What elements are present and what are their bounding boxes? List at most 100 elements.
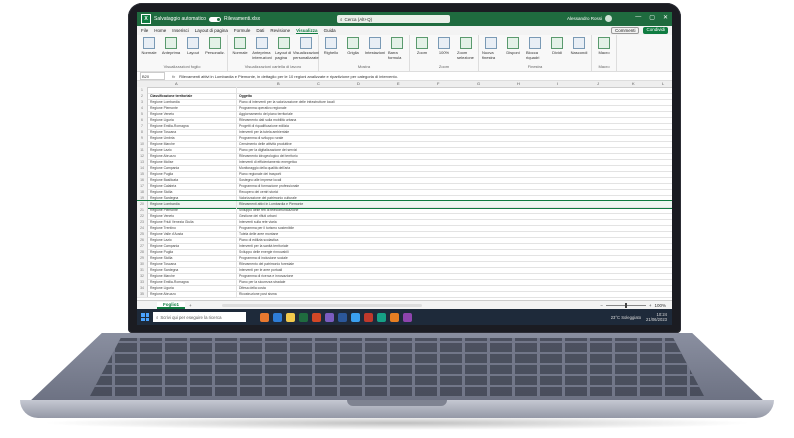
tab-dati[interactable]: Dati [256, 28, 264, 33]
ribbon-button[interactable]: Normale [231, 37, 249, 60]
cell-column-b[interactable]: Rilevamento del patrimonio forestale [237, 262, 672, 266]
ribbon-button[interactable]: Intestazioni [365, 37, 385, 60]
column-header[interactable]: B [277, 81, 280, 86]
cell-column-b[interactable]: Programma di formazione professionale [237, 184, 672, 188]
comments-button[interactable]: Commenti [610, 27, 640, 34]
cell-column-b[interactable]: Piano regionale dei trasporti [237, 172, 672, 176]
cell-column-b[interactable]: Piano di interventi per la valorizzazion… [237, 100, 672, 104]
cell-column-b[interactable]: Programma operativo regionale [237, 106, 672, 110]
taskbar-app-icon[interactable] [260, 312, 269, 322]
zoom-slider[interactable] [605, 303, 646, 308]
cell-column-a[interactable]: Regione Abruzzo [148, 291, 237, 297]
cell-column-b[interactable]: Aggiornamento del piano territoriale [237, 112, 672, 116]
cell-column-b[interactable]: Monitoraggio della qualità dell'aria [237, 166, 672, 170]
cell-column-b[interactable]: Rilevamento dati sulla mobilità urbana [237, 118, 672, 122]
ribbon-button[interactable]: Righello [322, 37, 340, 60]
taskbar-app-icon[interactable] [377, 312, 386, 322]
cell-column-b[interactable]: Sviluppo delle reti di telecomunicazione [237, 208, 672, 212]
cell-column-b[interactable]: Difesa della costa [237, 286, 672, 290]
row-number[interactable]: 35 [137, 291, 148, 297]
zoom-out-icon[interactable]: − [600, 303, 603, 308]
zoom-level[interactable]: 100% [654, 303, 666, 308]
cell-column-b[interactable]: Interventi sulla rete viaria [237, 220, 672, 224]
column-header[interactable]: I [557, 81, 558, 86]
zoom-in-icon[interactable]: + [649, 303, 652, 308]
tab-revisione[interactable]: Revisione [270, 28, 290, 33]
name-box[interactable]: B20 [140, 72, 165, 80]
add-sheet-button[interactable]: + [189, 303, 192, 308]
ribbon-button[interactable]: Barra formula [388, 37, 406, 60]
formula-input[interactable]: Rilevamenti attivi in Lombardia e Piemon… [179, 74, 672, 79]
tab-visualizza[interactable]: Visualizza [296, 28, 318, 34]
ribbon-button[interactable]: Nuova finestra [482, 37, 500, 60]
cell-column-b[interactable]: Programma di ricerca e innovazione [237, 274, 672, 278]
cell-column-b[interactable]: Censimento delle attività produttive [237, 142, 672, 146]
ribbon-button[interactable]: Anteprima [162, 37, 180, 55]
tab-guida[interactable]: Guida [324, 28, 336, 33]
cell-column-b[interactable]: Sostegno alle imprese locali [237, 178, 672, 182]
ribbon-button[interactable]: Layout di pagina [275, 37, 293, 60]
column-header[interactable]: F [437, 81, 439, 86]
tab-layout-di-pagina[interactable]: Layout di pagina [195, 28, 228, 33]
ribbon-button[interactable]: Blocca riquadri [526, 37, 544, 60]
share-button[interactable]: Condividi [643, 27, 668, 34]
sheet-tab[interactable]: Foglio1 [157, 302, 185, 309]
cell-column-b[interactable]: Ricostruzione post sisma [237, 292, 672, 296]
cell-column-b[interactable]: Interventi per la sanità territoriale [237, 244, 672, 248]
cell-column-b[interactable]: Rilevamenti attivi in Lombardia e Piemon… [237, 202, 672, 206]
ribbon-button[interactable]: 100% [435, 37, 453, 60]
column-header[interactable]: L [662, 81, 664, 86]
ribbon-button[interactable]: Zoom selezione [457, 37, 475, 60]
weather-status[interactable]: 23°C Soleggiato [611, 315, 641, 320]
column-header[interactable]: C [317, 81, 320, 86]
column-header[interactable]: J [597, 81, 599, 86]
taskbar-app-icon[interactable] [312, 312, 321, 322]
cell-column-b[interactable]: Valorizzazione del patrimonio culturale [237, 196, 672, 200]
column-header[interactable]: D [357, 81, 360, 86]
cell-column-b[interactable]: Interventi per la tutela ambientale [237, 130, 672, 134]
cell-column-b[interactable]: Programma di sviluppo rurale [237, 136, 672, 140]
windows-start-icon[interactable] [141, 313, 149, 321]
column-header[interactable]: E [397, 81, 400, 86]
ribbon-button[interactable]: Nascondi [570, 37, 588, 60]
close-button[interactable]: ✕ [663, 14, 668, 21]
taskbar-app-icon[interactable] [299, 312, 308, 322]
fx-icon[interactable]: fx [172, 74, 175, 79]
taskbar-app-icon[interactable] [403, 312, 412, 322]
column-header[interactable]: K [632, 81, 635, 86]
column-header[interactable]: G [477, 81, 480, 86]
taskbar-app-icon[interactable] [286, 312, 295, 322]
ribbon-button[interactable]: Dividi [548, 37, 566, 60]
horizontal-scrollbar[interactable] [221, 304, 422, 307]
cell-column-b[interactable]: Oggetto [237, 94, 672, 98]
clock[interactable]: 10:24 21/06/2023 [646, 312, 667, 322]
column-header[interactable]: H [517, 81, 520, 86]
ribbon-button[interactable]: Normale [140, 37, 158, 55]
title-search-box[interactable]: ⌕ Cerca (Alt+Q) [337, 15, 450, 23]
taskbar-app-icon[interactable] [351, 312, 360, 322]
cell-column-b[interactable]: Interventi per le aree portuali [237, 268, 672, 272]
ribbon-button[interactable]: Disponi [504, 37, 522, 60]
taskbar-app-icon[interactable] [390, 312, 399, 322]
ribbon-button[interactable]: Visualizzazioni personalizzate [293, 37, 319, 60]
cell-column-b[interactable]: Piano di edilizia scolastica [237, 238, 672, 242]
minimize-button[interactable]: — [635, 14, 641, 21]
cell-column-b[interactable]: Sviluppo delle energie rinnovabili [237, 250, 672, 254]
cell-column-b[interactable]: Tutela delle aree montane [237, 232, 672, 236]
cell-column-b[interactable]: Rilevamento idrogeologico del territorio [237, 154, 672, 158]
cell-column-b[interactable]: Gestione dei rifiuti urbani [237, 214, 672, 218]
ribbon-button[interactable]: Layout [184, 37, 202, 55]
taskbar-app-icon[interactable] [364, 312, 373, 322]
avatar[interactable] [605, 15, 612, 22]
tab-formule[interactable]: Formule [234, 28, 251, 33]
ribbon-button[interactable]: Zoom [413, 37, 431, 60]
user-account[interactable]: Alessandro Rossi [567, 15, 612, 22]
cell-column-b[interactable]: Programma di inclusione sociale [237, 256, 672, 260]
cell-column-b[interactable]: Programma per il turismo sostenibile [237, 226, 672, 230]
cell-column-b[interactable]: Piano per la sicurezza stradale [237, 280, 672, 284]
autosave-toggle[interactable] [208, 16, 221, 22]
ribbon-button[interactable]: Griglia [344, 37, 362, 60]
taskbar-app-icon[interactable] [338, 312, 347, 322]
maximize-button[interactable]: ▢ [649, 14, 655, 21]
taskbar-app-icon[interactable] [273, 312, 282, 322]
